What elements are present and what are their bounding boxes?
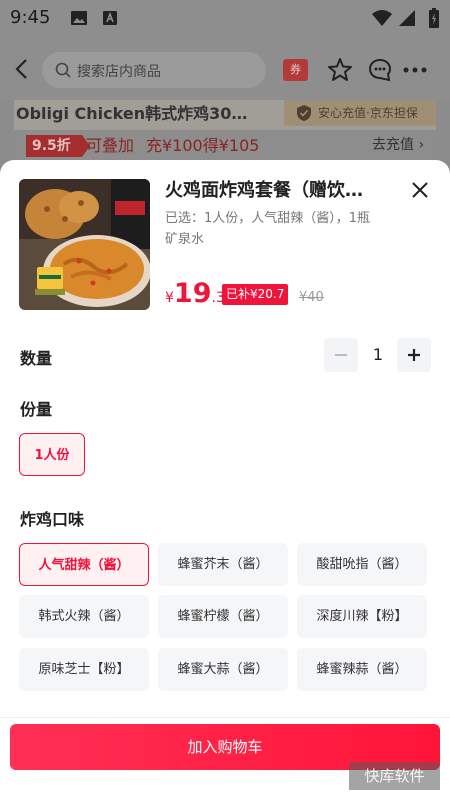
current-price: ¥19.3 (165, 278, 225, 309)
store-name: Obligi Chicken韩式炸鸡30… (16, 104, 248, 123)
quantity-increase-button[interactable] (397, 338, 431, 372)
portion-option-1[interactable]: 1人份 (19, 433, 85, 476)
search-icon (55, 62, 71, 78)
product-title: 火鸡面炸鸡套餐（赠饮… (165, 180, 363, 201)
original-price: ¥40 (299, 290, 324, 305)
sku-selector-sheet: 火鸡面炸鸡套餐（赠饮… 已选：1人份，人气甜辣（酱），1瓶矿泉水 ¥19.3 已… (0, 160, 450, 800)
go-recharge-link[interactable]: 去充值 › (372, 134, 424, 154)
flavor-option[interactable]: 蜂蜜大蒜（酱） (158, 648, 288, 691)
flavor-option[interactable]: 人气甜辣（酱） (19, 543, 149, 586)
flavor-option[interactable]: 蜂蜜芥末（酱） (158, 543, 288, 586)
price-currency: ¥ (165, 290, 174, 306)
shield-check-icon (297, 105, 311, 121)
recharge-offer-text: 充¥100得¥105 (146, 136, 260, 155)
quantity-value: 1 (372, 345, 384, 364)
favorite-star-icon[interactable] (327, 57, 353, 83)
search-placeholder: 搜索店内商品 (77, 64, 161, 80)
flavor-option[interactable]: 酸甜吮指（酱） (297, 543, 427, 586)
secure-recharge-text: 安心充值·京东担保 (318, 106, 418, 120)
coupon-icon[interactable]: 券 (283, 59, 308, 81)
flavor-option[interactable]: 原味芝士【粉】 (19, 648, 149, 691)
selected-options-summary: 已选：1人份，人气甜辣（酱），1瓶矿泉水 (165, 211, 371, 247)
plus-icon (408, 349, 420, 361)
flavor-option[interactable]: 蜂蜜柠檬（酱） (158, 595, 288, 638)
store-header: 搜索店内商品 券 (0, 36, 450, 100)
font-icon (103, 11, 117, 25)
status-bar: 9:45 (0, 0, 450, 36)
close-icon[interactable] (410, 180, 430, 200)
signal-icon (399, 10, 415, 26)
watermark: 快库软件 (349, 762, 440, 790)
promo-bar[interactable]: 9.5折 可叠加 充¥100得¥105 去充值 › (14, 130, 436, 160)
store-banner: Obligi Chicken韩式炸鸡30… 安心充值·京东担保 (14, 100, 436, 130)
subsidy-badge: 已补¥20.7 (222, 284, 289, 305)
stackable-text: 可叠加 (86, 136, 135, 155)
price-integer: 19 (173, 278, 212, 309)
product-image[interactable] (19, 179, 150, 310)
flavor-label: 炸鸡口味 (20, 510, 85, 529)
secure-recharge-badge: 安心充值·京东担保 (284, 100, 436, 126)
gallery-icon (71, 11, 87, 25)
flavor-option[interactable]: 蜂蜜辣蒜（酱） (297, 648, 427, 691)
wifi-icon (372, 10, 392, 26)
portion-label: 份量 (20, 400, 53, 419)
quantity-decrease-button[interactable] (324, 338, 358, 372)
flavor-option[interactable]: 韩式火辣（酱） (19, 595, 149, 638)
minus-icon (335, 354, 347, 356)
status-time: 9:45 (10, 7, 51, 28)
discount-tag: 9.5折 (26, 135, 82, 157)
store-search-box[interactable]: 搜索店内商品 (42, 52, 266, 88)
more-options-icon[interactable] (403, 67, 427, 73)
back-arrow-icon[interactable] (14, 58, 28, 80)
flavor-option[interactable]: 深度川辣【粉】 (297, 595, 427, 638)
battery-icon (429, 8, 439, 28)
product-photo (19, 179, 150, 310)
customer-service-icon[interactable] (367, 57, 393, 83)
quantity-label: 数量 (20, 349, 53, 368)
footer-divider (0, 717, 450, 718)
